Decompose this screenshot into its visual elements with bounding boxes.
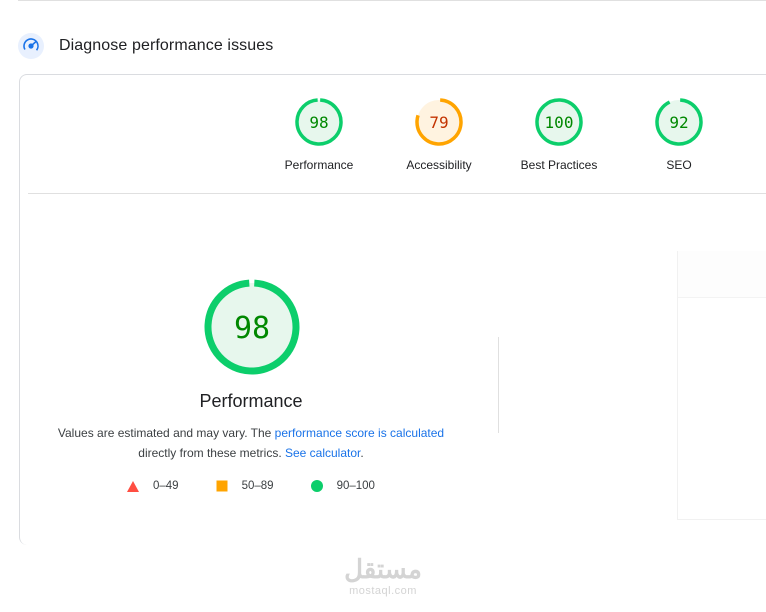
vertical-separator xyxy=(498,337,499,433)
gauge-performance[interactable]: 98 Performance xyxy=(259,97,379,172)
best-practices-score-value: 100 xyxy=(545,113,574,132)
seo-score-value: 92 xyxy=(669,113,688,132)
watermark-arabic: مستقل xyxy=(344,554,422,584)
watermark-latin: mostaql.com xyxy=(349,585,417,597)
report-card: 98 Performance 79 Accessibility 100 Best Prac… xyxy=(19,74,766,545)
category-gauges: 98 Performance 79 Accessibility 100 Best Prac… xyxy=(20,97,766,177)
legend-item-fail: 0–49 xyxy=(127,480,179,492)
red-triangle-icon xyxy=(127,480,139,492)
legend-range-fail: 0–49 xyxy=(153,480,179,492)
performance-score-link[interactable]: performance score is calculated xyxy=(275,426,444,440)
performance-main-gauge-ring: 98 xyxy=(204,279,300,375)
screenshot-header xyxy=(678,251,766,298)
gauge-label-seo: SEO xyxy=(666,158,692,172)
gauges-divider xyxy=(28,193,766,194)
gauge-seo[interactable]: 92 SEO xyxy=(619,97,739,172)
gauge-label-performance: Performance xyxy=(284,158,354,172)
gauge-best-practices[interactable]: 100 Best Practices xyxy=(499,97,619,172)
section-title: Diagnose performance issues xyxy=(59,37,274,54)
gauge-label-accessibility: Accessibility xyxy=(406,158,472,172)
page-screenshot-thumbnail[interactable] xyxy=(677,251,766,520)
top-divider xyxy=(18,0,766,1)
legend-range-pass: 90–100 xyxy=(336,480,375,492)
legend-item-average: 50–89 xyxy=(216,480,274,492)
performance-main-score-value: 98 xyxy=(234,311,270,346)
description-text-2: directly from these metrics. xyxy=(138,446,285,460)
performance-description: Values are estimated and may vary. The p… xyxy=(40,423,462,463)
performance-score-gauge: 98 xyxy=(203,278,301,376)
best-practices-gauge-ring: 100 xyxy=(535,98,583,146)
speedometer-icon xyxy=(18,33,44,59)
orange-square-icon xyxy=(216,480,228,492)
watermark: مستقل mostaql.com xyxy=(328,555,438,597)
green-circle-icon xyxy=(310,480,323,492)
description-text: Values are estimated and may vary. The xyxy=(57,426,275,440)
gauge-label-best-practices: Best Practices xyxy=(520,158,598,172)
see-calculator-link[interactable]: See calculator xyxy=(285,446,360,460)
legend-item-pass: 90–100 xyxy=(310,480,375,492)
section-header: Diagnose performance issues xyxy=(18,30,273,62)
legend-range-average: 50–89 xyxy=(241,480,274,492)
performance-gauge-ring: 98 xyxy=(295,98,343,146)
gauge-accessibility[interactable]: 79 Accessibility xyxy=(379,97,499,172)
description-period: . xyxy=(360,446,364,460)
accessibility-gauge-ring: 79 xyxy=(415,98,463,146)
performance-score-value: 98 xyxy=(309,113,328,132)
score-legend: 0–49 50–89 90–100 xyxy=(127,480,412,492)
seo-gauge-ring: 92 xyxy=(655,98,703,146)
performance-title: Performance xyxy=(199,391,303,411)
accessibility-score-value: 79 xyxy=(429,113,448,132)
